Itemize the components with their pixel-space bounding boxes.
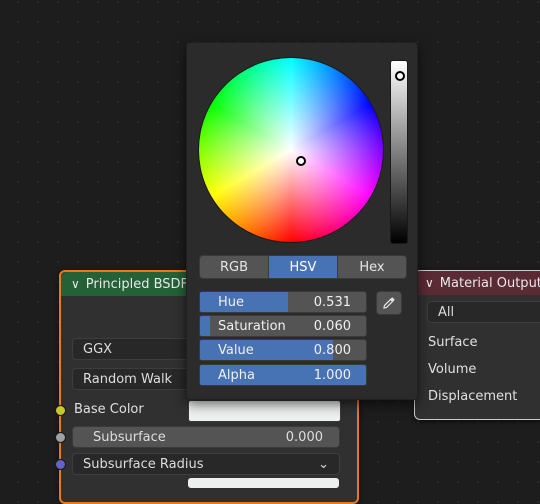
base-color-swatch[interactable] (188, 400, 341, 422)
next-socket-swatch[interactable] (188, 478, 339, 488)
hsv-color-wheel[interactable] (199, 58, 383, 242)
principled-bsdf-title: Principled BSDF (85, 276, 189, 292)
tab-rgb[interactable]: RGB (200, 256, 269, 278)
saturation-slider[interactable]: Saturation 0.060 (199, 315, 367, 337)
color-picker-popup: RGB HSV Hex Hue 0.531 Saturation 0.060 V… (186, 42, 418, 400)
material-output-title: Material Output (439, 275, 540, 291)
subsurface-field[interactable]: Subsurface 0.000 (72, 426, 340, 448)
alpha-slider[interactable]: Alpha 1.000 (199, 364, 367, 386)
alpha-label: Alpha (218, 368, 255, 383)
saturation-label: Saturation (218, 319, 286, 334)
subsurface-radius-label: Subsurface Radius (83, 456, 204, 472)
chevron-down-icon[interactable]: ∨ (71, 277, 80, 291)
volume-socket-label: Volume (428, 362, 477, 377)
saturation-value: 0.060 (313, 319, 351, 334)
hue-slider-fill (200, 292, 289, 312)
hue-value: 0.531 (313, 295, 351, 310)
surface-socket-label: Surface (428, 335, 478, 350)
subsurface-value: 0.000 (285, 429, 323, 445)
tab-hsv[interactable]: HSV (269, 256, 338, 278)
chevron-down-icon[interactable]: ∨ (425, 276, 434, 290)
value-value: 0.800 (313, 343, 351, 358)
eyedropper-button[interactable] (376, 291, 402, 315)
hue-slider[interactable]: Hue 0.531 (199, 291, 367, 313)
subsurface-method-value: Random Walk (83, 371, 173, 387)
base-color-label: Base Color (74, 402, 144, 417)
saturation-slider-fill (200, 316, 210, 336)
hue-label: Hue (218, 295, 245, 310)
subsurface-radius-socket[interactable] (55, 459, 66, 470)
color-mode-tabs: RGB HSV Hex (199, 255, 407, 279)
subsurface-radius-dropdown[interactable]: Subsurface Radius ⌄ (72, 453, 340, 475)
eyedropper-icon (383, 297, 395, 309)
alpha-value: 1.000 (313, 368, 351, 383)
subsurface-label: Subsurface (93, 429, 166, 445)
output-target-value: All (438, 304, 455, 320)
subsurface-socket[interactable] (55, 432, 66, 443)
color-wheel-cursor[interactable] (296, 156, 306, 166)
value-slider-vertical[interactable] (390, 60, 408, 244)
tab-hex[interactable]: Hex (338, 256, 406, 278)
distribution-value: GGX (83, 341, 113, 357)
value-label: Value (218, 343, 254, 358)
material-output-header[interactable]: ∨ Material Output (415, 271, 540, 295)
chevron-down-icon: ⌄ (318, 456, 329, 472)
value-slider[interactable]: Value 0.800 (199, 339, 367, 361)
value-slider-handle[interactable] (395, 71, 405, 81)
displacement-socket-label: Displacement (428, 389, 518, 404)
base-color-socket[interactable] (55, 405, 66, 416)
output-target-dropdown[interactable]: All (427, 301, 540, 323)
